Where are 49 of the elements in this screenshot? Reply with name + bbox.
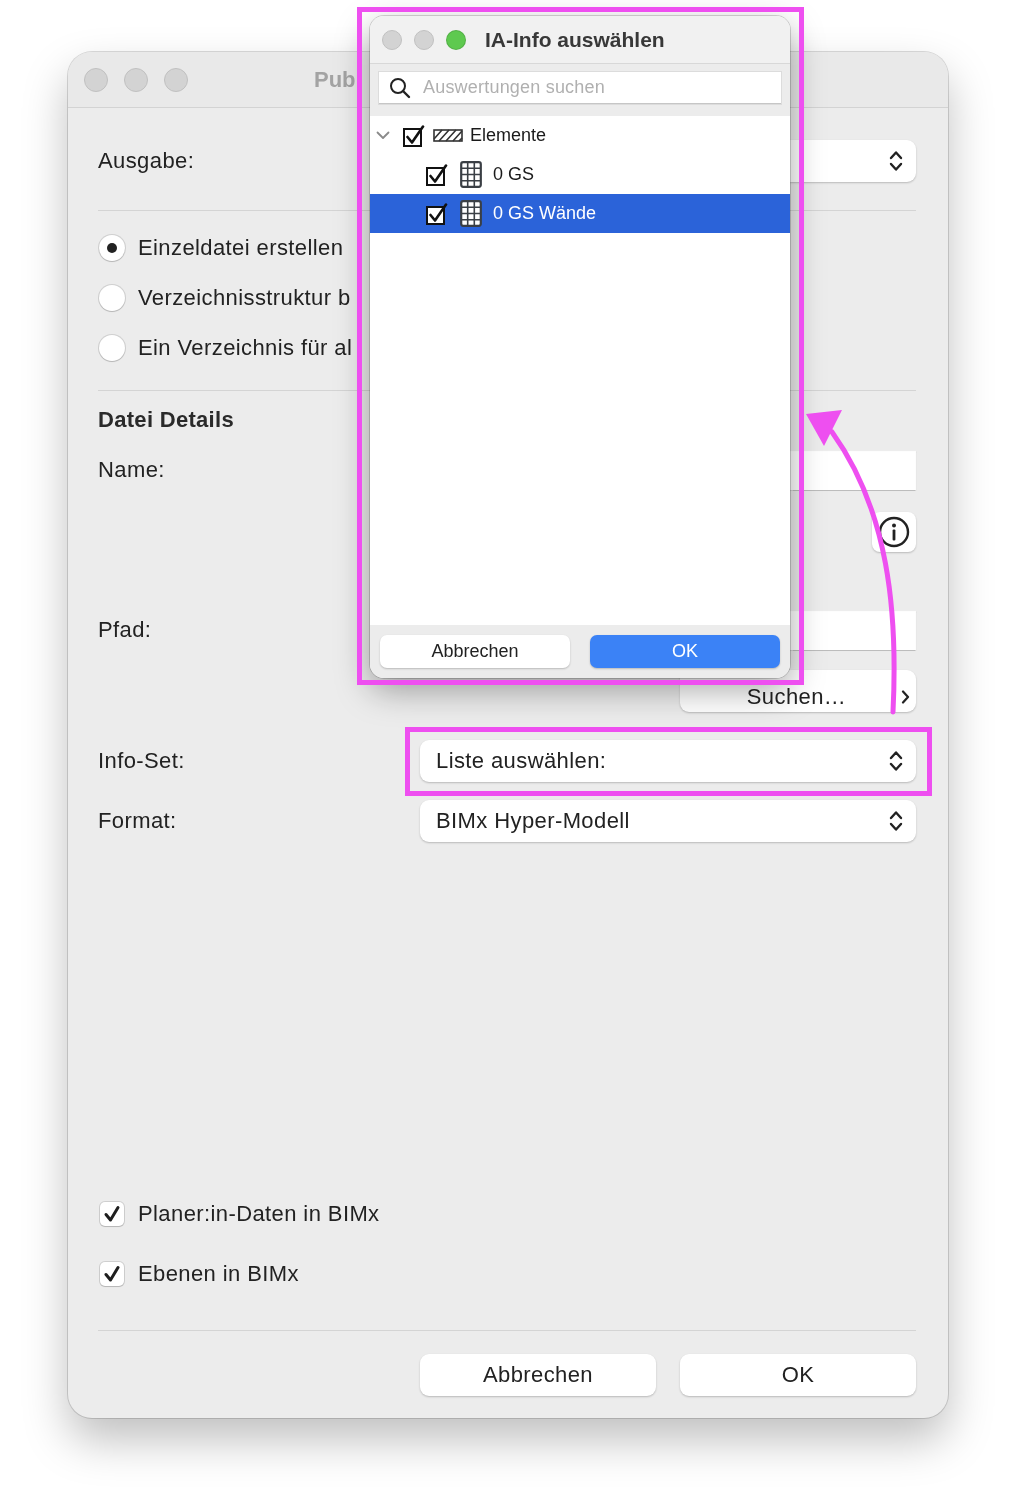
field-label: Format:	[98, 808, 177, 834]
radio-label[interactable]: Einzeldatei erstellen	[138, 235, 344, 261]
checkbox[interactable]	[426, 163, 448, 186]
info-icon	[878, 516, 910, 548]
checkbox[interactable]	[100, 1262, 124, 1286]
radio-label[interactable]: Verzeichnisstruktur b	[138, 285, 351, 311]
tree-row[interactable]: Elemente	[370, 116, 790, 155]
section-heading: Datei Details	[98, 407, 234, 433]
dropdown[interactable]	[790, 140, 916, 182]
field-label: Ausgabe:	[98, 148, 195, 174]
field-label: Name:	[98, 457, 165, 483]
window-title: Pub	[314, 66, 356, 93]
minimize-button[interactable]	[414, 29, 434, 50]
path-field[interactable]	[790, 610, 916, 650]
chevron-down-icon[interactable]	[376, 131, 390, 140]
dropdown[interactable]: BIMx Hyper-Modell	[420, 800, 916, 842]
hatch-pattern-icon	[433, 129, 463, 142]
checkbox[interactable]	[100, 1202, 124, 1226]
name-field[interactable]	[790, 450, 916, 490]
checkbox-label[interactable]: Ebenen in BIMx	[138, 1261, 299, 1287]
updown-chevron-icon	[889, 749, 903, 773]
chevron-right-icon	[901, 690, 910, 704]
tree-row[interactable]: 0 GS	[370, 155, 790, 194]
tree-item-label: 0 GS Wände	[493, 203, 597, 224]
radio-button[interactable]	[99, 335, 125, 361]
field-label: Info-Set:	[98, 748, 185, 774]
radio-label[interactable]: Ein Verzeichnis für al	[138, 335, 353, 361]
field-label: Pfad:	[98, 617, 152, 643]
tree-item-label: Elemente	[470, 125, 547, 146]
search-field[interactable]: Auswertungen suchen	[379, 72, 781, 104]
search-icon	[389, 77, 411, 99]
tree-row[interactable]: 0 GS Wände	[370, 194, 790, 233]
ok-button[interactable]: OK	[590, 635, 780, 668]
grid-icon	[460, 161, 482, 188]
cancel-button[interactable]: Abbrechen	[380, 635, 570, 668]
radio-button[interactable]	[99, 285, 125, 311]
cancel-button[interactable]: Abbrechen	[420, 1354, 656, 1396]
checkbox[interactable]	[403, 124, 425, 147]
dropdown[interactable]: Liste auswählen:	[420, 740, 916, 782]
ok-button[interactable]: OK	[680, 1354, 916, 1396]
close-button[interactable]	[382, 29, 402, 50]
radio-button[interactable]	[99, 235, 125, 261]
tree-item-label: 0 GS	[493, 164, 535, 185]
window-title: IA-Info auswählen	[485, 27, 665, 52]
updown-chevron-icon	[889, 809, 903, 833]
checkbox[interactable]	[426, 202, 448, 225]
grid-icon	[460, 200, 482, 227]
checkbox-label[interactable]: Planer:in-Daten in BIMx	[138, 1201, 380, 1227]
updown-chevron-icon	[889, 149, 903, 173]
